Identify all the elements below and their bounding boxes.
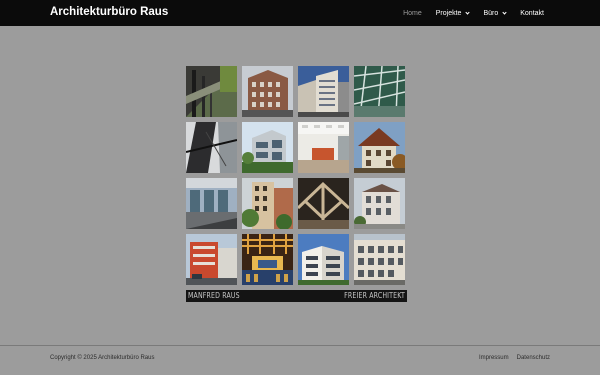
chevron-down-icon bbox=[502, 9, 507, 15]
nav-item-label: Projekte bbox=[435, 9, 462, 17]
project-photo[interactable] bbox=[186, 66, 237, 117]
footer-link-datenschutz[interactable]: Datenschutz bbox=[517, 355, 550, 361]
project-photo-grid bbox=[186, 66, 407, 287]
copyright-text: Copyright © 2025 Architekturbüro Raus bbox=[50, 355, 155, 361]
nav-item-label: Büro bbox=[483, 9, 499, 17]
nav-item-label: Home bbox=[403, 9, 422, 17]
project-photo[interactable] bbox=[298, 66, 349, 117]
nav-item-projekte[interactable]: Projekte bbox=[435, 9, 471, 17]
project-photo[interactable] bbox=[354, 122, 405, 173]
project-photo[interactable] bbox=[354, 66, 405, 117]
signature-banner: MANFRED RAUS FREIER ARCHITEKT bbox=[186, 290, 407, 302]
project-photo[interactable] bbox=[354, 234, 405, 285]
project-photo[interactable] bbox=[298, 178, 349, 229]
project-photo[interactable] bbox=[242, 178, 293, 229]
project-photo[interactable] bbox=[242, 122, 293, 173]
project-photo[interactable] bbox=[186, 234, 237, 285]
footer-link-impressum[interactable]: Impressum bbox=[479, 355, 509, 361]
main-nav: Home Projekte Büro Kontakt bbox=[403, 0, 544, 26]
architect-title: FREIER ARCHITEKT bbox=[344, 291, 405, 300]
footer-links: Impressum Datenschutz bbox=[479, 355, 550, 361]
project-photo[interactable] bbox=[298, 234, 349, 285]
project-photo[interactable] bbox=[242, 66, 293, 117]
project-photo[interactable] bbox=[186, 178, 237, 229]
project-photo[interactable] bbox=[186, 122, 237, 173]
architect-name: MANFRED RAUS bbox=[188, 291, 240, 300]
site-brand[interactable]: Architekturbüro Raus bbox=[50, 6, 168, 18]
project-photo[interactable] bbox=[354, 178, 405, 229]
nav-item-buero[interactable]: Büro bbox=[483, 9, 507, 17]
nav-item-kontakt[interactable]: Kontakt bbox=[520, 10, 544, 17]
project-photo[interactable] bbox=[298, 122, 349, 173]
top-navbar: Architekturbüro Raus Home Projekte Büro … bbox=[0, 0, 600, 26]
chevron-down-icon bbox=[465, 9, 471, 15]
nav-item-home[interactable]: Home bbox=[403, 10, 422, 17]
project-photo[interactable] bbox=[242, 234, 293, 285]
nav-item-label: Kontakt bbox=[520, 9, 544, 17]
site-footer: Copyright © 2025 Architekturbüro Raus Im… bbox=[0, 346, 600, 375]
